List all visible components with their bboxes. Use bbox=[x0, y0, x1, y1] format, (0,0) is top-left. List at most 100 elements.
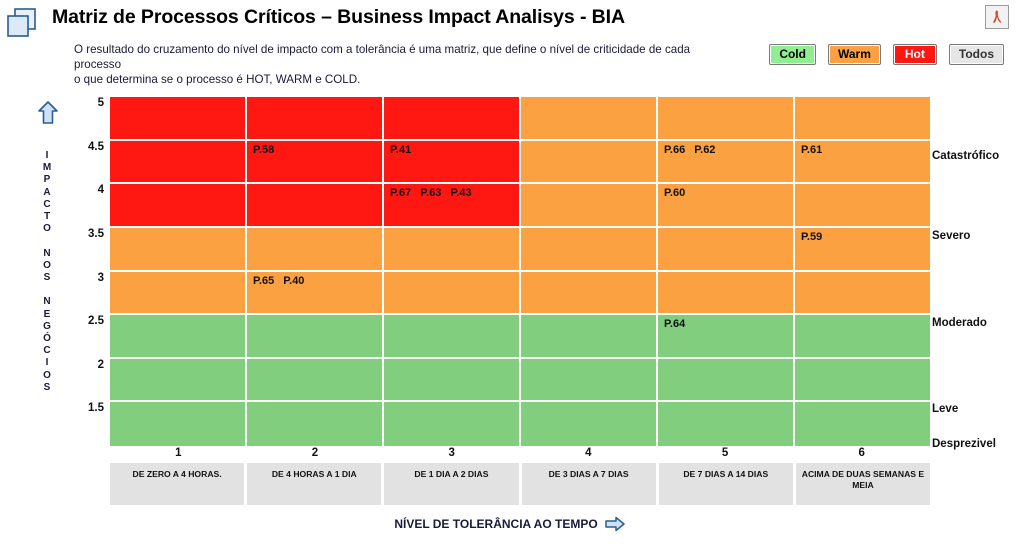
filter-button-cold[interactable]: Cold bbox=[769, 44, 816, 65]
y-axis-tick: 4.5 bbox=[88, 140, 104, 153]
matrix-cell[interactable]: P.61 bbox=[795, 140, 930, 185]
matrix-cell[interactable] bbox=[247, 315, 384, 359]
two-squares-icon bbox=[4, 6, 42, 40]
x-axis-description-box: DE 7 DIAS A 14 DIAS bbox=[658, 463, 796, 505]
x-axis-description-box: DE ZERO A 4 HORAS. bbox=[110, 463, 248, 505]
matrix-cell[interactable]: P.66 P.62 bbox=[658, 140, 795, 185]
impact-level-label: Desprezivel bbox=[932, 438, 996, 450]
matrix-row: P.67 P.63 P.43 P.60 bbox=[110, 184, 930, 228]
matrix-cell[interactable] bbox=[521, 271, 658, 316]
matrix-cell[interactable] bbox=[658, 97, 795, 141]
matrix-cell[interactable] bbox=[247, 184, 384, 228]
process-tag[interactable]: P.66 bbox=[664, 144, 685, 156]
y-axis-tick: 2 bbox=[97, 358, 104, 371]
process-tag[interactable]: P.58 bbox=[253, 144, 274, 156]
pdf-export-button[interactable] bbox=[985, 5, 1009, 29]
risk-matrix-grid: P.58 P.41 P.66 P.62 P.61 P.67 P.63 P.43 P.60 P.59… bbox=[110, 97, 930, 446]
matrix-cell[interactable] bbox=[658, 271, 795, 316]
x-axis-descriptions: DE ZERO A 4 HORAS. DE 4 HORAS A 1 DIA DE 1… bbox=[110, 463, 931, 505]
matrix-cell[interactable] bbox=[521, 227, 658, 272]
matrix-cell[interactable] bbox=[247, 402, 384, 446]
matrix-row: P.65 P.40 bbox=[110, 271, 930, 316]
filter-button-hot[interactable]: Hot bbox=[892, 44, 937, 65]
matrix-cell[interactable] bbox=[521, 184, 658, 228]
matrix-cell[interactable] bbox=[521, 315, 658, 359]
process-tag[interactable]: P.65 bbox=[253, 275, 274, 287]
x-axis-description-box: DE 3 DIAS A 7 DIAS bbox=[521, 463, 659, 505]
matrix-cell[interactable] bbox=[795, 358, 930, 403]
matrix-cell[interactable]: P.64 bbox=[658, 315, 795, 359]
x-axis-number: 1 bbox=[175, 447, 182, 459]
matrix-cell[interactable] bbox=[521, 402, 658, 446]
matrix-cell[interactable] bbox=[795, 184, 930, 228]
matrix-cell[interactable] bbox=[384, 358, 521, 403]
arrow-right-icon bbox=[604, 516, 626, 532]
matrix-cell[interactable] bbox=[110, 402, 247, 446]
pdf-icon bbox=[993, 10, 1002, 23]
impact-level-label: Severo bbox=[932, 230, 971, 242]
x-axis-description-box: DE 4 HORAS A 1 DIA bbox=[247, 463, 385, 505]
matrix-cell[interactable]: P.65 P.40 bbox=[247, 271, 384, 316]
impact-level-label: Catastrófico bbox=[932, 150, 1000, 162]
matrix-cell[interactable] bbox=[521, 358, 658, 403]
matrix-cell[interactable] bbox=[521, 97, 658, 141]
process-tag[interactable]: P.64 bbox=[664, 318, 685, 330]
x-axis-numbers: 1 2 3 4 5 6 bbox=[110, 447, 930, 463]
process-tag[interactable]: P.59 bbox=[801, 231, 822, 243]
process-tag[interactable]: P.67 bbox=[390, 187, 411, 199]
x-axis-title-label: NÍVEL DE TOLERÂNCIA AO TEMPO bbox=[394, 517, 598, 531]
matrix-cell[interactable] bbox=[658, 358, 795, 403]
matrix-cell[interactable]: P.58 bbox=[247, 140, 384, 185]
matrix-cell[interactable] bbox=[110, 184, 247, 228]
process-tag[interactable]: P.60 bbox=[664, 187, 685, 199]
matrix-cell[interactable] bbox=[110, 271, 247, 316]
filter-button-todos[interactable]: Todos bbox=[948, 44, 1004, 65]
matrix-cell[interactable] bbox=[110, 315, 247, 359]
matrix-row: P.64 bbox=[110, 315, 930, 359]
matrix-cell[interactable] bbox=[110, 140, 247, 185]
matrix-cell[interactable] bbox=[384, 271, 521, 316]
matrix-cell[interactable] bbox=[247, 358, 384, 403]
matrix-cell[interactable] bbox=[384, 227, 521, 272]
matrix-cell[interactable] bbox=[795, 402, 930, 446]
matrix-cell[interactable] bbox=[247, 227, 384, 272]
process-tag[interactable]: P.62 bbox=[694, 144, 715, 156]
page-description: O resultado do cruzamento do nível de im… bbox=[74, 43, 691, 86]
matrix-cell[interactable]: P.59 bbox=[795, 227, 930, 272]
matrix-cell[interactable]: P.41 bbox=[384, 140, 521, 185]
matrix-cell[interactable] bbox=[110, 227, 247, 272]
matrix-cell[interactable] bbox=[384, 97, 521, 141]
y-axis-tick: 5 bbox=[97, 97, 104, 109]
matrix-cell[interactable] bbox=[795, 315, 930, 359]
matrix-cell[interactable] bbox=[247, 97, 384, 141]
matrix-row bbox=[110, 358, 930, 403]
process-tag[interactable]: P.63 bbox=[420, 187, 441, 199]
x-axis-number: 4 bbox=[585, 447, 592, 459]
matrix-row bbox=[110, 97, 930, 141]
process-tag[interactable]: P.43 bbox=[450, 187, 471, 199]
matrix-cell[interactable] bbox=[795, 271, 930, 316]
matrix-cell[interactable] bbox=[384, 402, 521, 446]
matrix-row: P.58 P.41 P.66 P.62 P.61 bbox=[110, 140, 930, 185]
impact-level-label: Leve bbox=[932, 403, 959, 415]
process-tag[interactable]: P.41 bbox=[390, 144, 411, 156]
matrix-cell[interactable] bbox=[658, 402, 795, 446]
matrix-cell[interactable] bbox=[384, 315, 521, 359]
matrix-cell[interactable]: P.67 P.63 P.43 bbox=[384, 184, 521, 228]
matrix-cell[interactable] bbox=[658, 227, 795, 272]
matrix-row bbox=[110, 402, 930, 446]
x-axis-number: 2 bbox=[311, 447, 319, 459]
matrix-cell[interactable]: P.60 bbox=[658, 184, 795, 228]
matrix-cell[interactable] bbox=[110, 358, 247, 403]
y-axis-impact-labels: Catastrófico Severo Moderado Leve Desprezive… bbox=[932, 97, 1020, 450]
y-axis-tick: 3.5 bbox=[88, 227, 104, 240]
process-tag[interactable]: P.40 bbox=[283, 275, 304, 287]
filter-button-warm[interactable]: Warm bbox=[827, 44, 881, 65]
process-tag[interactable]: P.61 bbox=[801, 144, 822, 156]
x-axis-description-box: DE 1 DIA A 2 DIAS bbox=[384, 463, 522, 505]
matrix-cell[interactable] bbox=[110, 97, 247, 141]
matrix-cell[interactable] bbox=[795, 97, 930, 141]
bia-matrix-page: Matriz de Processos Críticos – Business … bbox=[0, 0, 1020, 547]
y-axis-tick: 3 bbox=[97, 271, 104, 284]
matrix-cell[interactable] bbox=[521, 140, 658, 185]
